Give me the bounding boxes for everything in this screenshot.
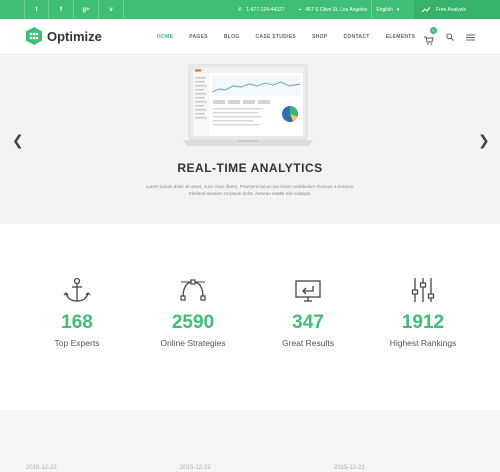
cart-count-badge: 0 [430, 27, 437, 34]
stat-value: 2590 [171, 312, 215, 333]
facebook-icon[interactable]: f [49, 0, 74, 19]
stat-label: Highest Rankings [389, 338, 457, 348]
blog-section: 2015-12-22 2015-12-22 2015-12-22 [0, 410, 500, 472]
monitor-return-icon [295, 280, 321, 302]
trend-up-icon [422, 6, 430, 12]
vine-icon[interactable]: v [99, 0, 124, 19]
phone-number: 1-677-124-44227 [246, 6, 285, 13]
location-icon: ⌖ [298, 6, 302, 13]
site-header: Optimize HOME PAGES BLOG CASE STUDIES SH… [0, 19, 500, 55]
stat-value: 1912 [401, 312, 445, 333]
nav-shop[interactable]: SHOP [312, 34, 327, 40]
hero-title: REAL-TIME ANALYTICS [177, 161, 323, 175]
stat-item: 2590 Online Strategies [133, 276, 253, 348]
slider-prev-arrow[interactable]: ❮ [12, 132, 24, 149]
nav-pages[interactable]: PAGES [189, 34, 208, 40]
laptop-analytics-image [183, 64, 313, 146]
nav-case-studies[interactable]: CASE STUDIES [256, 34, 297, 40]
contact-info: ✆ 1-677-124-44227 ⌖ 457 S Olive St, Los … [238, 0, 399, 19]
logo-hexagon-icon [26, 27, 42, 45]
post-date: 2015-12-22 [334, 465, 365, 471]
stat-label: Great Results [282, 338, 334, 348]
nav-elements[interactable]: ELEMENTS [386, 34, 416, 40]
stat-value: 347 [292, 312, 324, 333]
social-links: t f g+ v [24, 0, 124, 19]
top-bar: t f g+ v ✆ 1-677-124-44227 ⌖ 457 S Olive… [0, 0, 500, 19]
bezier-curve-icon [180, 279, 206, 301]
divider [371, 0, 373, 19]
address: 457 S Olive St, Los Angeles [305, 6, 368, 13]
header-icons: 0 [424, 19, 475, 55]
hero-slider: ❮ ❯ REAL-TIME ANALYTICS Lorem ipsum dolo… [0, 56, 500, 224]
nav-home[interactable]: HOME [157, 34, 173, 40]
hero-description: Lorem ipsum dolor sit amet, nunc risus l… [145, 184, 355, 196]
stat-label: Top Experts [54, 338, 100, 348]
free-analysis-button[interactable]: Free Analysis [414, 0, 500, 19]
hamburger-menu-icon[interactable] [466, 34, 475, 41]
search-icon[interactable] [446, 33, 454, 41]
stats-section: 168 Top Experts 2590 Online Strategies 3… [0, 224, 500, 410]
logo-text: Optimize [47, 28, 102, 44]
nav-blog[interactable]: BLOG [224, 34, 240, 40]
logo[interactable]: Optimize [25, 27, 102, 45]
stat-item: 1912 Highest Rankings [363, 276, 483, 348]
language-selector[interactable]: English [376, 7, 392, 13]
stat-label: Online Strategies [160, 338, 226, 348]
free-analysis-label: Free Analysis [436, 6, 467, 13]
anchor-icon [63, 277, 91, 302]
equalizer-sliders-icon [411, 278, 435, 302]
cart-button[interactable]: 0 [424, 27, 437, 45]
stat-item: 168 Top Experts [17, 276, 137, 348]
stat-item: 347 Great Results [248, 276, 368, 348]
nav-contact[interactable]: CONTACT [343, 34, 369, 40]
phone-icon: ✆ [238, 6, 243, 13]
main-nav: HOME PAGES BLOG CASE STUDIES SHOP CONTAC… [157, 19, 415, 55]
cart-icon [424, 36, 434, 45]
google-plus-icon[interactable]: g+ [74, 0, 99, 19]
post-date: 2015-12-22 [26, 465, 57, 471]
chevron-down-icon[interactable]: ▾ [397, 7, 400, 13]
post-date: 2015-12-22 [180, 465, 211, 471]
slider-next-arrow[interactable]: ❯ [478, 132, 490, 149]
stat-value: 168 [61, 312, 93, 333]
twitter-icon[interactable]: t [24, 0, 49, 19]
